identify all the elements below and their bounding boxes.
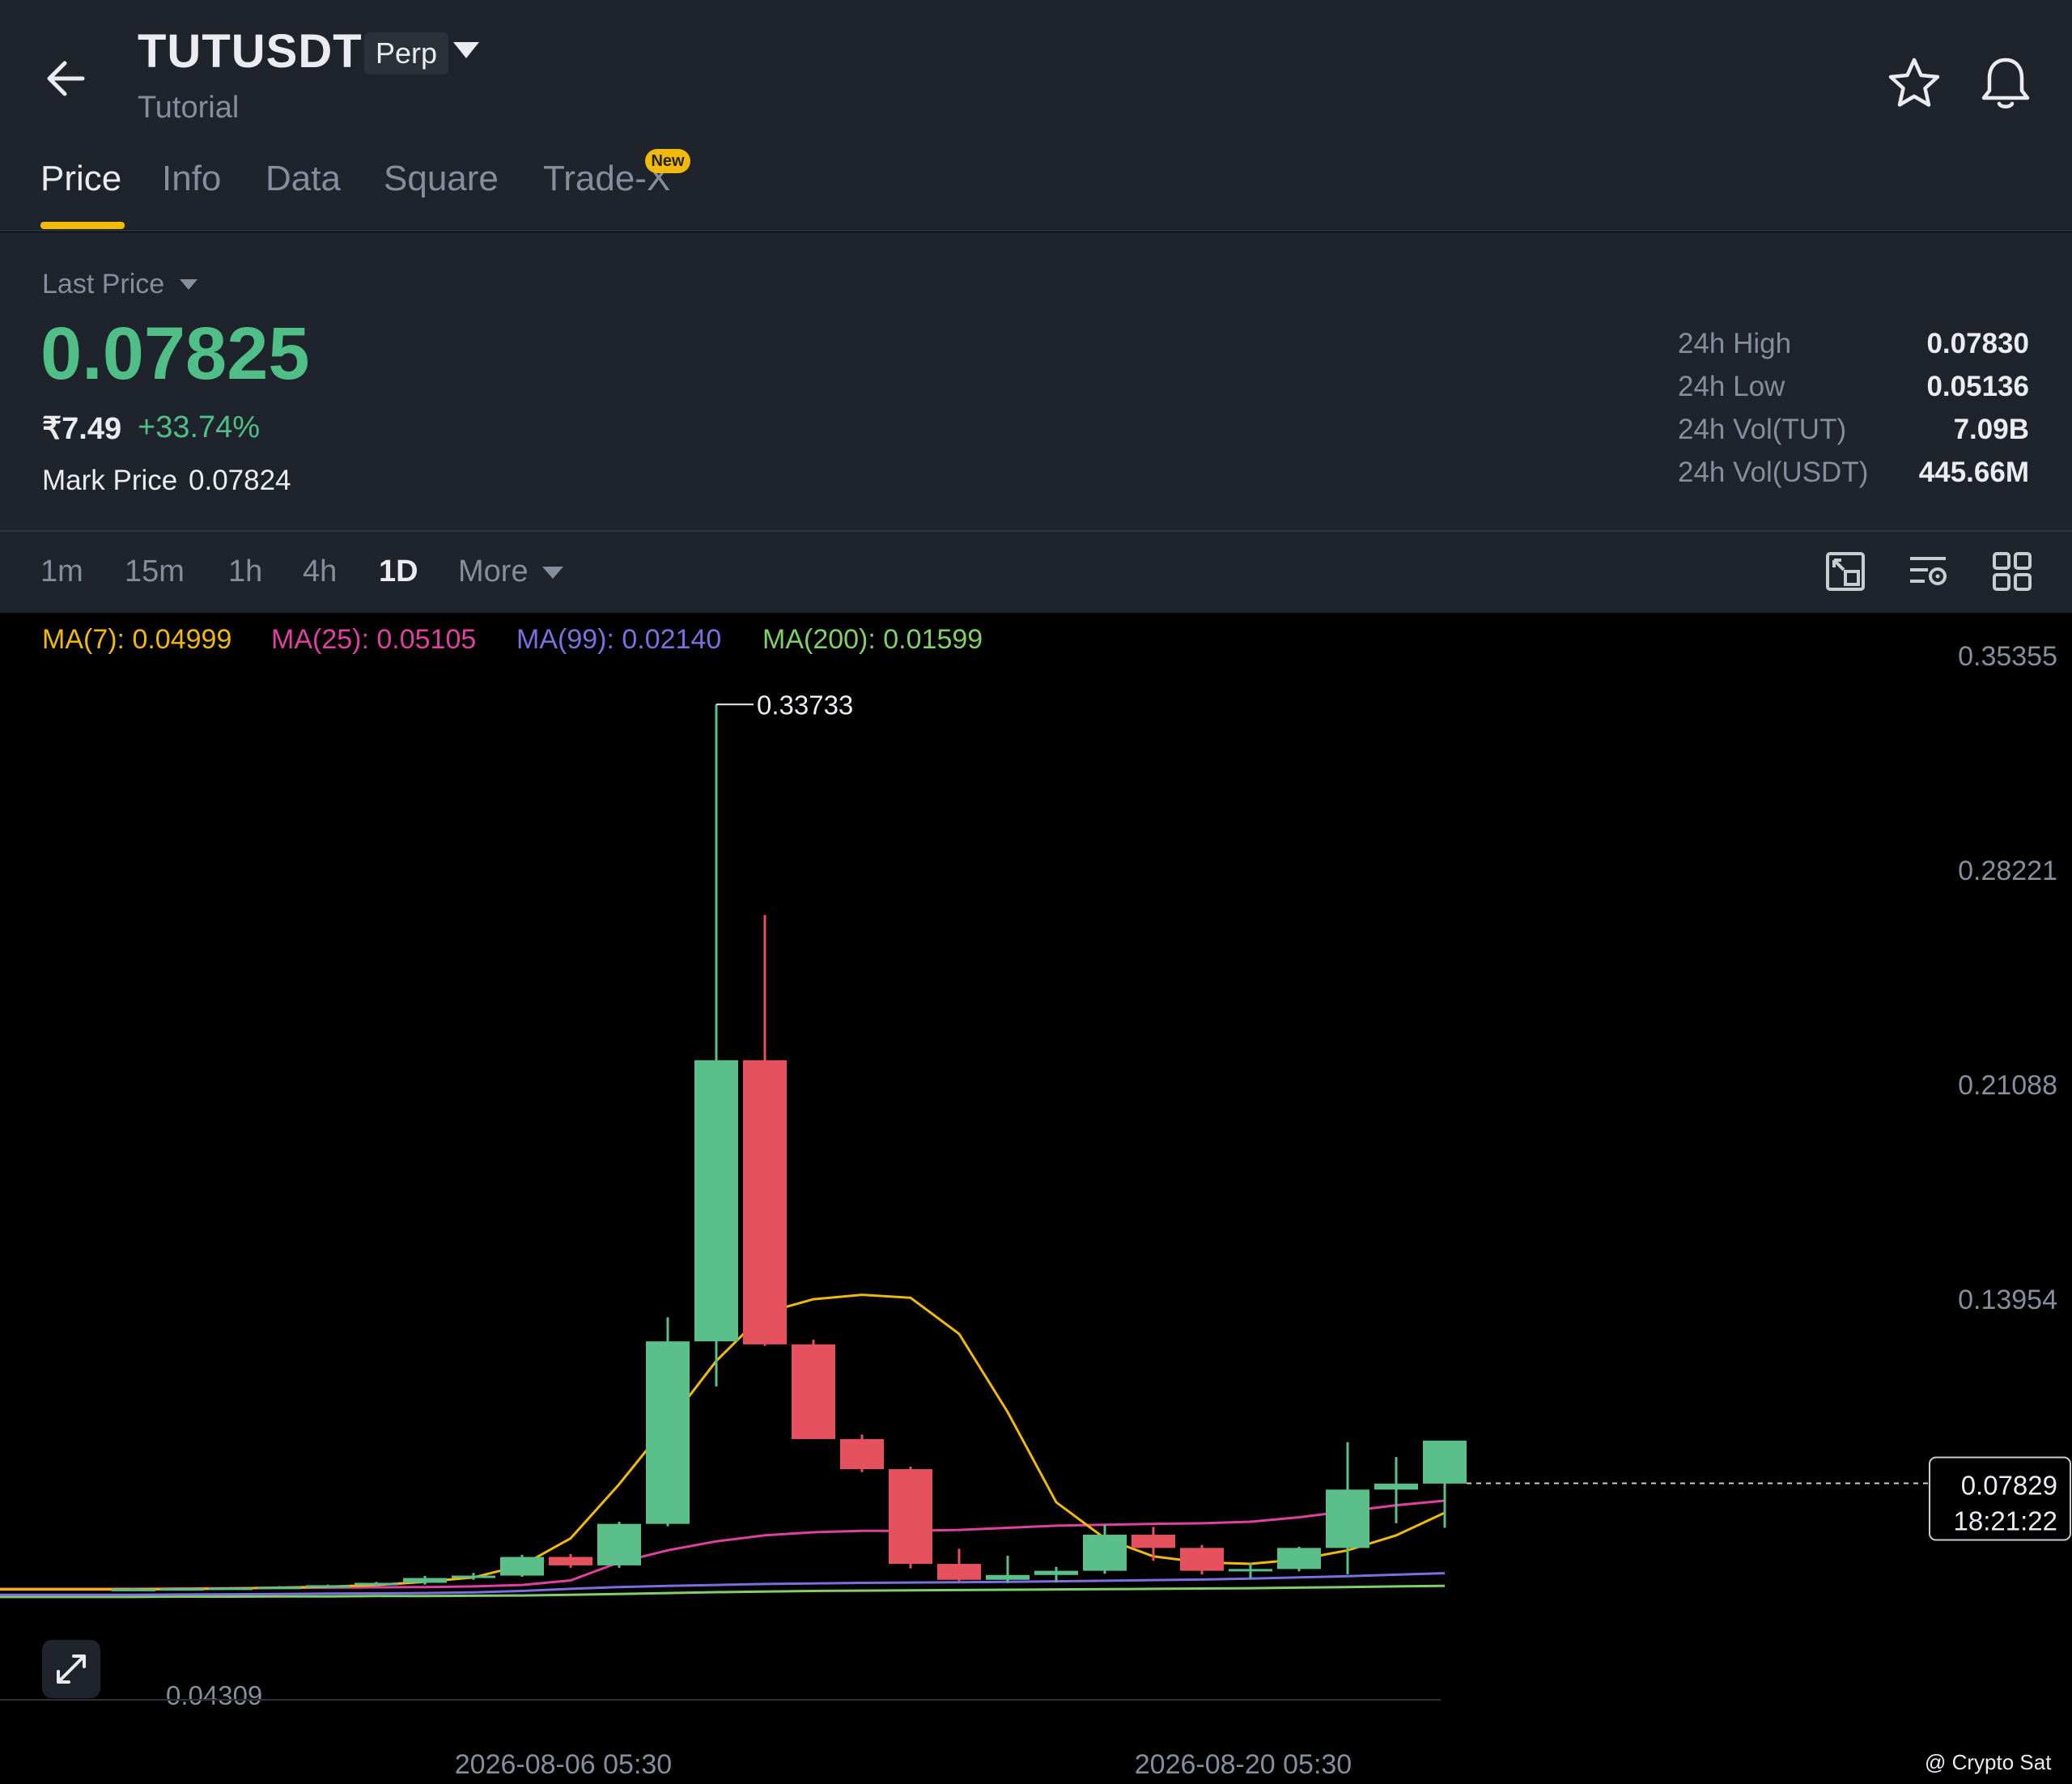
current-price-value: 0.07829 xyxy=(1961,1471,2057,1501)
high-price-label: 0.33733 xyxy=(757,690,853,720)
candle-body xyxy=(1229,1569,1272,1572)
indicator-settings-icon[interactable] xyxy=(1907,550,1949,593)
symbol-dropdown-icon[interactable] xyxy=(453,42,479,58)
candle-body xyxy=(937,1564,981,1580)
candle-body xyxy=(743,1060,787,1344)
y-axis-tick: 0.13954 xyxy=(1958,1285,2057,1315)
timeframe-1d[interactable]: 1D xyxy=(379,554,418,589)
candle-body xyxy=(1034,1570,1078,1575)
timeframe-1m[interactable]: 1m xyxy=(40,554,83,589)
tab-info[interactable]: Info xyxy=(162,159,221,199)
candle-body xyxy=(1374,1483,1418,1490)
price-change-percent: +33.74% xyxy=(138,410,261,444)
favorite-star-icon[interactable] xyxy=(1886,55,1942,112)
tab-price[interactable]: Price xyxy=(40,159,121,199)
ma25-line xyxy=(0,1499,1446,1591)
candle-body xyxy=(1277,1548,1321,1569)
candle-body xyxy=(597,1523,641,1565)
candle-body xyxy=(889,1469,932,1565)
mark-price-value: 0.07824 xyxy=(189,465,291,496)
candle-body xyxy=(452,1575,495,1578)
candle-body xyxy=(646,1341,690,1524)
chevron-down-icon[interactable] xyxy=(180,279,197,290)
y-axis-tick: 0.28221 xyxy=(1958,856,2057,886)
header-divider xyxy=(0,230,2072,231)
x-axis-tick: 2026-08-06 05:30 xyxy=(455,1749,672,1780)
layout-grid-icon[interactable] xyxy=(1991,550,2033,593)
last-price: 0.07825 xyxy=(40,312,310,395)
timeframe-15m[interactable]: 15m xyxy=(125,554,185,589)
ma25-label: MA(25): 0.05105 xyxy=(271,624,477,655)
candle-body xyxy=(257,1586,301,1590)
candle-body xyxy=(986,1574,1030,1580)
candle-body xyxy=(500,1557,544,1576)
stat-value: 0.05136 xyxy=(1926,371,2029,402)
expand-chart-icon[interactable] xyxy=(42,1640,100,1698)
ma200-label: MA(200): 0.01599 xyxy=(762,624,983,655)
timeframe-4h[interactable]: 4h xyxy=(303,554,337,589)
candle-body xyxy=(1326,1489,1369,1548)
stat-label: 24h Low xyxy=(1678,371,1785,402)
tab-square[interactable]: Square xyxy=(384,159,499,199)
candle-body xyxy=(1180,1548,1224,1571)
candle-body xyxy=(355,1582,398,1586)
ma99-label: MA(99): 0.02140 xyxy=(516,624,722,655)
y-axis-tick: 0.35355 xyxy=(1958,641,2057,672)
more-dropdown-icon[interactable] xyxy=(542,567,563,579)
stat-label: 24h Vol(USDT) xyxy=(1678,457,1869,488)
candle-body xyxy=(694,1060,738,1342)
stat-label: 24h High xyxy=(1678,328,1792,359)
tab-data[interactable]: Data xyxy=(265,159,341,199)
candle-body xyxy=(792,1344,835,1439)
candle-body xyxy=(209,1587,253,1591)
y-axis-tick: 0.21088 xyxy=(1958,1070,2057,1101)
candle-body xyxy=(1083,1535,1127,1571)
timeframe-1h[interactable]: 1h xyxy=(228,554,262,589)
stat-value: 0.07830 xyxy=(1926,328,2029,359)
chart-fullscreen-icon[interactable] xyxy=(1824,550,1866,593)
x-axis-tick: 2026-08-20 05:30 xyxy=(1135,1749,1352,1780)
candle-body xyxy=(1423,1440,1467,1484)
stat-value: 7.09B xyxy=(1953,414,2029,445)
candle-body xyxy=(403,1578,447,1583)
timeframe-more[interactable]: More xyxy=(458,554,529,589)
symbol-title[interactable]: TUTUSDT xyxy=(138,24,363,79)
stat-label: 24h Vol(TUT) xyxy=(1678,414,1847,445)
watermark: @ Crypto Sat xyxy=(1925,1750,2052,1774)
candle-body xyxy=(112,1588,155,1591)
fiat-price: ₹7.49 xyxy=(42,412,122,446)
back-arrow-icon[interactable] xyxy=(40,50,97,107)
active-tab-indicator xyxy=(40,222,125,229)
candle-body xyxy=(1132,1535,1175,1548)
candle-body xyxy=(840,1438,884,1470)
low-price-label: 0.04309 xyxy=(166,1680,262,1710)
new-badge: New xyxy=(645,149,690,173)
alert-bell-icon[interactable] xyxy=(1977,53,2034,112)
symbol-subtitle: Tutorial xyxy=(138,91,240,125)
candle-body xyxy=(306,1585,350,1588)
contract-type-badge[interactable]: Perp xyxy=(364,32,449,74)
candle-countdown: 18:21:22 xyxy=(1954,1506,2057,1536)
mark-price-label: Mark Price xyxy=(42,465,178,496)
ma7-label: MA(7): 0.04999 xyxy=(42,624,232,655)
candle-body xyxy=(549,1557,592,1565)
stat-value: 445.66M xyxy=(1918,457,2029,488)
last-price-selector[interactable]: Last Price xyxy=(42,269,164,300)
candle-body xyxy=(160,1588,204,1591)
